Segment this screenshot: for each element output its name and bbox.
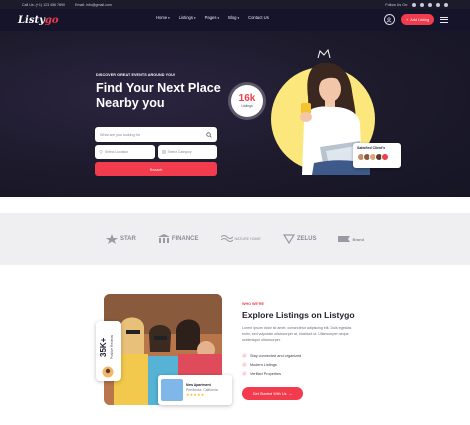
user-icon [387, 16, 392, 23]
brand-logo-star: STAR [105, 234, 136, 244]
about-description: Lorem ipsum dolor sit amet, consectetur … [242, 326, 352, 342]
chevron-down-icon: ▾ [193, 15, 196, 20]
waves-brand-icon [220, 235, 233, 242]
arrow-right-icon: → [288, 391, 293, 396]
chevron-down-icon: ▾ [237, 15, 240, 20]
nav-listings[interactable]: Listings ▾ [179, 15, 196, 20]
phone-text[interactable]: Call Us: (+1) 123 456 7890 [22, 3, 65, 7]
brand-logo-nature-home: NATURE HOME [220, 234, 261, 244]
feature-label: Stay connected and organized [250, 353, 302, 358]
star-brand-icon [105, 234, 118, 244]
listings-count-badge: 16k Listings [231, 85, 263, 117]
brand-logo-finance: FINANCE [157, 234, 199, 244]
about-title: Explore Listings on Listygo [242, 310, 355, 320]
search-placeholder: What are you looking for [100, 132, 140, 137]
feature-item: ✓ Stay connected and organized [242, 351, 301, 360]
listings-count: 16k [238, 93, 256, 104]
instagram-icon[interactable] [428, 2, 432, 7]
plus-icon: + [405, 17, 409, 22]
brand-name: FINANCE [171, 236, 199, 242]
check-icon: ✓ [242, 353, 247, 358]
reviews-count: 35K+ [99, 337, 108, 357]
user-account-button[interactable] [383, 14, 395, 25]
check-icon: ✓ [242, 371, 247, 376]
brand-name: STAR [119, 236, 136, 242]
feature-label: Modern Listings [250, 362, 277, 367]
nav-label: Listings [178, 15, 193, 20]
avatar [102, 366, 114, 378]
new-apartment-card[interactable]: New Apartment Pembroke, California ★★★★★ [158, 375, 232, 405]
hero-section: DISCOVER GREAT EVENTS AROUND YOU! Find Y… [0, 31, 470, 197]
location-pin-icon [99, 150, 103, 154]
hero-kicker: DISCOVER GREAT EVENTS AROUND YOU! [96, 73, 176, 77]
brand-logo-zelus: ZELUS [282, 234, 317, 244]
hamburger-menu-icon[interactable] [440, 16, 448, 23]
nav-label: Blog [228, 15, 237, 20]
logo-accent: go [44, 14, 59, 26]
check-icon: ✓ [242, 362, 247, 367]
nav-home[interactable]: Home ▾ [156, 15, 170, 20]
nav-label: Contact Us [248, 15, 269, 20]
rating-stars-icon: ★★★★★ [186, 392, 205, 397]
facebook-icon[interactable] [412, 2, 416, 7]
add-listing-button[interactable]: + Add Listing [400, 14, 434, 25]
add-listing-label: Add Listing [410, 17, 429, 22]
follow-label: Follow Us On: [385, 2, 408, 7]
chevron-down-icon: ▾ [217, 15, 220, 20]
nav-label: Home [156, 15, 168, 20]
site-logo[interactable]: Listygo [18, 15, 59, 26]
grid-icon [161, 150, 166, 154]
youtube-icon[interactable] [436, 2, 440, 7]
ribbon-brand-icon [338, 236, 351, 242]
main-header: Listygo Home ▾ Listings ▾ Pages ▾ Blog ▾ Con… [0, 9, 470, 31]
shape-brand-icon [282, 234, 295, 244]
search-form: What are you looking for Select Location… [95, 127, 217, 176]
feature-label: Verified Properties [250, 371, 282, 376]
nav-pages[interactable]: Pages ▾ [205, 15, 219, 20]
nav-label: Pages [204, 15, 217, 20]
category-select[interactable]: Select Category [157, 145, 217, 159]
feature-item: ✓ Modern Listings [242, 360, 301, 369]
cta-label: Get Started With Us [252, 391, 287, 396]
chevron-down-icon: ▾ [168, 15, 170, 20]
location-placeholder: Select Location [105, 150, 129, 154]
category-placeholder: Select Category [167, 150, 192, 154]
email-text[interactable]: Email: info@gmail.com [75, 3, 112, 7]
reviews-stat-card: 35K+ Positive Reviews [96, 321, 121, 381]
hero-title: Find Your Next Place Nearby you [96, 81, 221, 110]
avatar-more [381, 153, 389, 161]
twitter-icon[interactable] [420, 2, 424, 7]
top-bar: Call Us: (+1) 123 456 7890 Email: info@g… [0, 0, 470, 9]
search-icon[interactable] [206, 131, 212, 138]
nav-contact[interactable]: Contact Us [248, 15, 269, 20]
nav-blog[interactable]: Blog ▾ [228, 15, 239, 20]
reviews-label: Positive Reviews [110, 334, 114, 359]
bank-brand-icon [157, 234, 170, 243]
brand-name: NATURE HOME [234, 237, 261, 241]
listings-count-label: Listings [241, 104, 253, 108]
logo-text: Listy [18, 14, 45, 26]
feature-list: ✓ Stay connected and organized ✓ Modern … [242, 351, 301, 378]
location-select[interactable]: Select Location [95, 145, 155, 159]
search-button[interactable]: Search [95, 162, 217, 176]
apartment-thumbnail [161, 379, 183, 401]
brand-logo-brand: Brand [338, 234, 364, 244]
feature-item: ✓ Verified Properties [242, 369, 301, 378]
listing-location: Pembroke, California [186, 387, 218, 392]
sparkle-decoration-icon [317, 49, 331, 59]
get-started-button[interactable]: Get Started With Us → [242, 387, 303, 400]
about-kicker: WHO WE'RE [242, 302, 264, 306]
brand-logos-strip: STAR FINANCE NATURE HOME ZELUS Brand [0, 213, 470, 265]
satisfied-clients-card: Satisfied Client's [353, 143, 401, 168]
brand-name: ZELUS [296, 236, 317, 242]
main-nav: Home ▾ Listings ▾ Pages ▾ Blog ▾ Contact Us [156, 15, 269, 20]
brand-name: Brand [352, 236, 365, 242]
pinterest-icon[interactable] [444, 2, 448, 7]
clients-title: Satisfied Client's [357, 146, 386, 150]
search-input[interactable]: What are you looking for [95, 127, 217, 142]
